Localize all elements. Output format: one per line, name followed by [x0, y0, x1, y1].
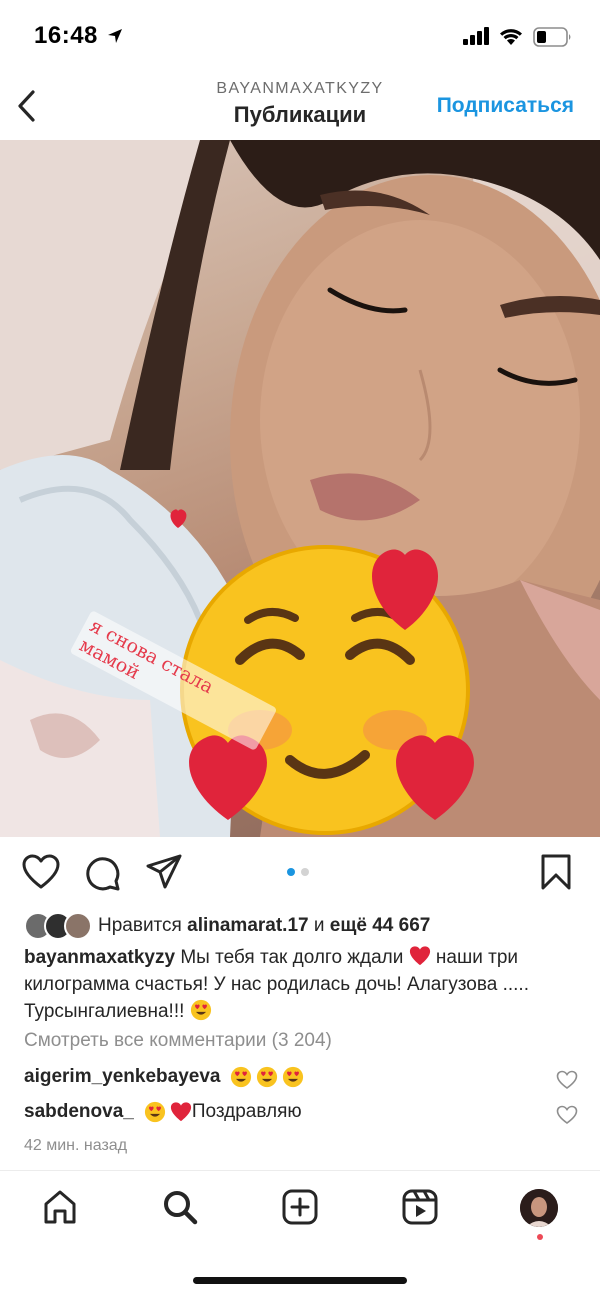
heart-eyes-emoji: [144, 1101, 165, 1123]
comment-row: sabdenova_ Поздравляю: [24, 1101, 580, 1125]
heart-eyes-emoji: [231, 1066, 252, 1088]
caption-text-1: Мы тебя так долго ждали: [175, 947, 409, 968]
status-time: 16:48: [34, 22, 98, 49]
home-icon[interactable]: [42, 1189, 78, 1225]
status-bar: 16:48: [0, 0, 600, 72]
red-heart-emoji: [170, 1102, 191, 1122]
wifi-icon: [500, 29, 522, 45]
likes-row[interactable]: Нравится alinamarat.17 и ещё 44 667: [24, 912, 430, 940]
carousel-dot-active: [287, 868, 295, 876]
comment-like-icon[interactable]: [556, 1105, 578, 1125]
new-post-icon[interactable]: [282, 1189, 318, 1225]
comment-username[interactable]: sabdenova_: [24, 1101, 134, 1123]
battery-icon: [533, 27, 571, 47]
home-indicator[interactable]: [193, 1277, 407, 1284]
profile-tab-avatar[interactable]: [520, 1189, 558, 1227]
search-icon[interactable]: [162, 1189, 198, 1225]
liker-username[interactable]: alinamarat.17: [187, 915, 308, 936]
likes-others-count[interactable]: ещё 44 667: [330, 915, 431, 936]
post-photo[interactable]: я снова стала мамой: [0, 140, 600, 837]
likes-connector: и: [308, 915, 330, 936]
heart-eyes-emoji: [190, 999, 211, 1021]
post-actions: [0, 838, 600, 908]
comment-icon[interactable]: [83, 854, 121, 892]
carousel-indicator: [287, 868, 309, 876]
comment-username[interactable]: aigerim_yenkebayeva: [24, 1066, 220, 1088]
reels-icon[interactable]: [402, 1189, 438, 1225]
likes-prefix: Нравится: [98, 915, 188, 936]
comment-emojis: [144, 1101, 192, 1123]
profile-notification-dot: [537, 1234, 543, 1240]
red-heart-emoji: [409, 946, 430, 966]
heart-eyes-emoji: [283, 1066, 304, 1088]
follow-button[interactable]: Подписаться: [437, 94, 574, 118]
avatar: [520, 1189, 558, 1227]
post-timestamp: 42 мин. назад: [24, 1137, 128, 1154]
view-all-comments-link[interactable]: Смотреть все комментарии (3 204): [24, 1030, 332, 1052]
heart-eyes-emoji: [257, 1066, 278, 1088]
comment-text: Поздравляю: [191, 1101, 302, 1122]
caption-author[interactable]: bayanmaxatkyzy: [24, 947, 175, 968]
share-icon[interactable]: [145, 854, 183, 890]
avatar: [64, 912, 92, 940]
comment-like-icon[interactable]: [556, 1070, 578, 1090]
comment-row: aigerim_yenkebayeva: [24, 1066, 580, 1090]
heart-icon[interactable]: [22, 854, 60, 890]
location-arrow-icon: [108, 29, 122, 43]
cellular-signal-icon: [463, 27, 489, 45]
bookmark-icon[interactable]: [540, 854, 572, 890]
liker-avatars: [24, 912, 92, 940]
bottom-tab-bar: [0, 1170, 600, 1250]
carousel-dot: [301, 868, 309, 876]
comment-emojis: [230, 1066, 304, 1088]
photo-illustration: [0, 140, 600, 837]
post-header: BAYANMAXATKYZY Публикации Подписаться: [0, 72, 600, 140]
post-caption: bayanmaxatkyzy Мы тебя так долго ждали н…: [24, 944, 580, 1025]
likes-text: Нравится alinamarat.17 и ещё 44 667: [98, 915, 430, 937]
